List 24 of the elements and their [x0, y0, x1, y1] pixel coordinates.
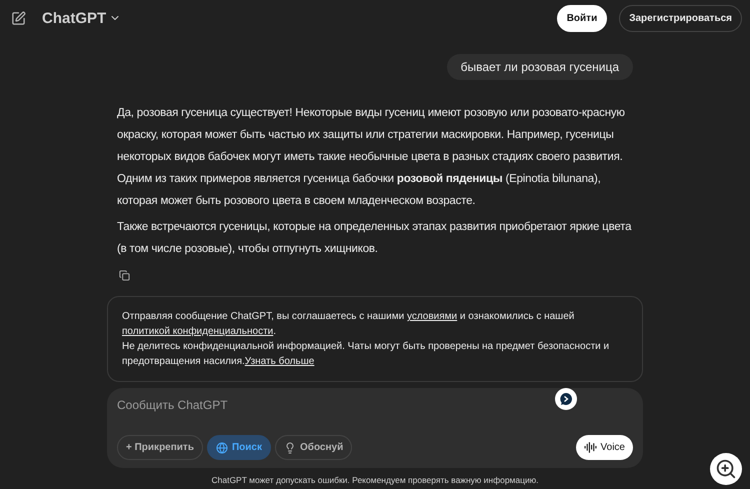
notice-link[interactable]: политикой конфиденциальности: [122, 326, 274, 337]
assistant-paragraph: Да, розовая гусеница существует! Некоторые виды гусениц имеют розовую или розовато-красную окраску, которая может быть частью их защиты или стратегии маскировки. Например, гусеницы некоторых видов бабочек могут иметь такие необычные цвета в разных стадиях своего развития. Одним из таких примеров является гусеница бабочки розовой пяденицы (Epinotia bilunana), которая может быть розового цвета в своем младенческом возрасте.: [117, 106, 626, 209]
globe-icon: [216, 442, 228, 454]
model-selector[interactable]: ChatGPT: [38, 10, 126, 26]
copy-icon[interactable]: [119, 270, 130, 281]
signup-button[interactable]: Зарегистрироваться: [619, 4, 742, 32]
voice-button[interactable]: Voice: [576, 435, 633, 460]
new-chat-icon[interactable]: [11, 10, 26, 26]
notice-link[interactable]: условиями: [406, 311, 458, 322]
notice-link[interactable]: Узнать больше: [244, 356, 314, 367]
lightbulb-icon: [284, 442, 296, 454]
notice-text: Не делитесь конфиденциальной информацией. Чаты могут быть проверены на предмет безопасности и предотвращения насилия.Узнать больше: [122, 340, 610, 369]
login-button[interactable]: Войти: [556, 4, 608, 32]
message-input[interactable]: Сообщить ChatGPT: [117, 398, 537, 412]
zoom-in-icon[interactable]: [710, 453, 742, 485]
tool-button[interactable]: + Прикрепить: [117, 435, 203, 460]
tool-button[interactable]: Обоснуй: [274, 435, 352, 460]
sound-wave-icon: [584, 441, 597, 454]
disclaimer-text: ChatGPT может допускать ошибки. Рекомендуем проверять важную информацию.: [210, 474, 540, 487]
assistant-paragraph: Также встречаются гусеницы, которые на определенных этапах развития приобретают яркие цвета (в том числе розовые), чтобы отпугнуть хищников.: [117, 220, 632, 257]
notice-text: Отправляя сообщение ChatGPT, вы соглашаетесь с нашими условиями и ознакомились с нашей политикой конфиденциальности.: [122, 310, 576, 339]
extension-icon[interactable]: [555, 388, 577, 410]
tool-button[interactable]: Поиск: [206, 435, 271, 460]
user-message: бывает ли розовая гусеница: [446, 54, 633, 80]
